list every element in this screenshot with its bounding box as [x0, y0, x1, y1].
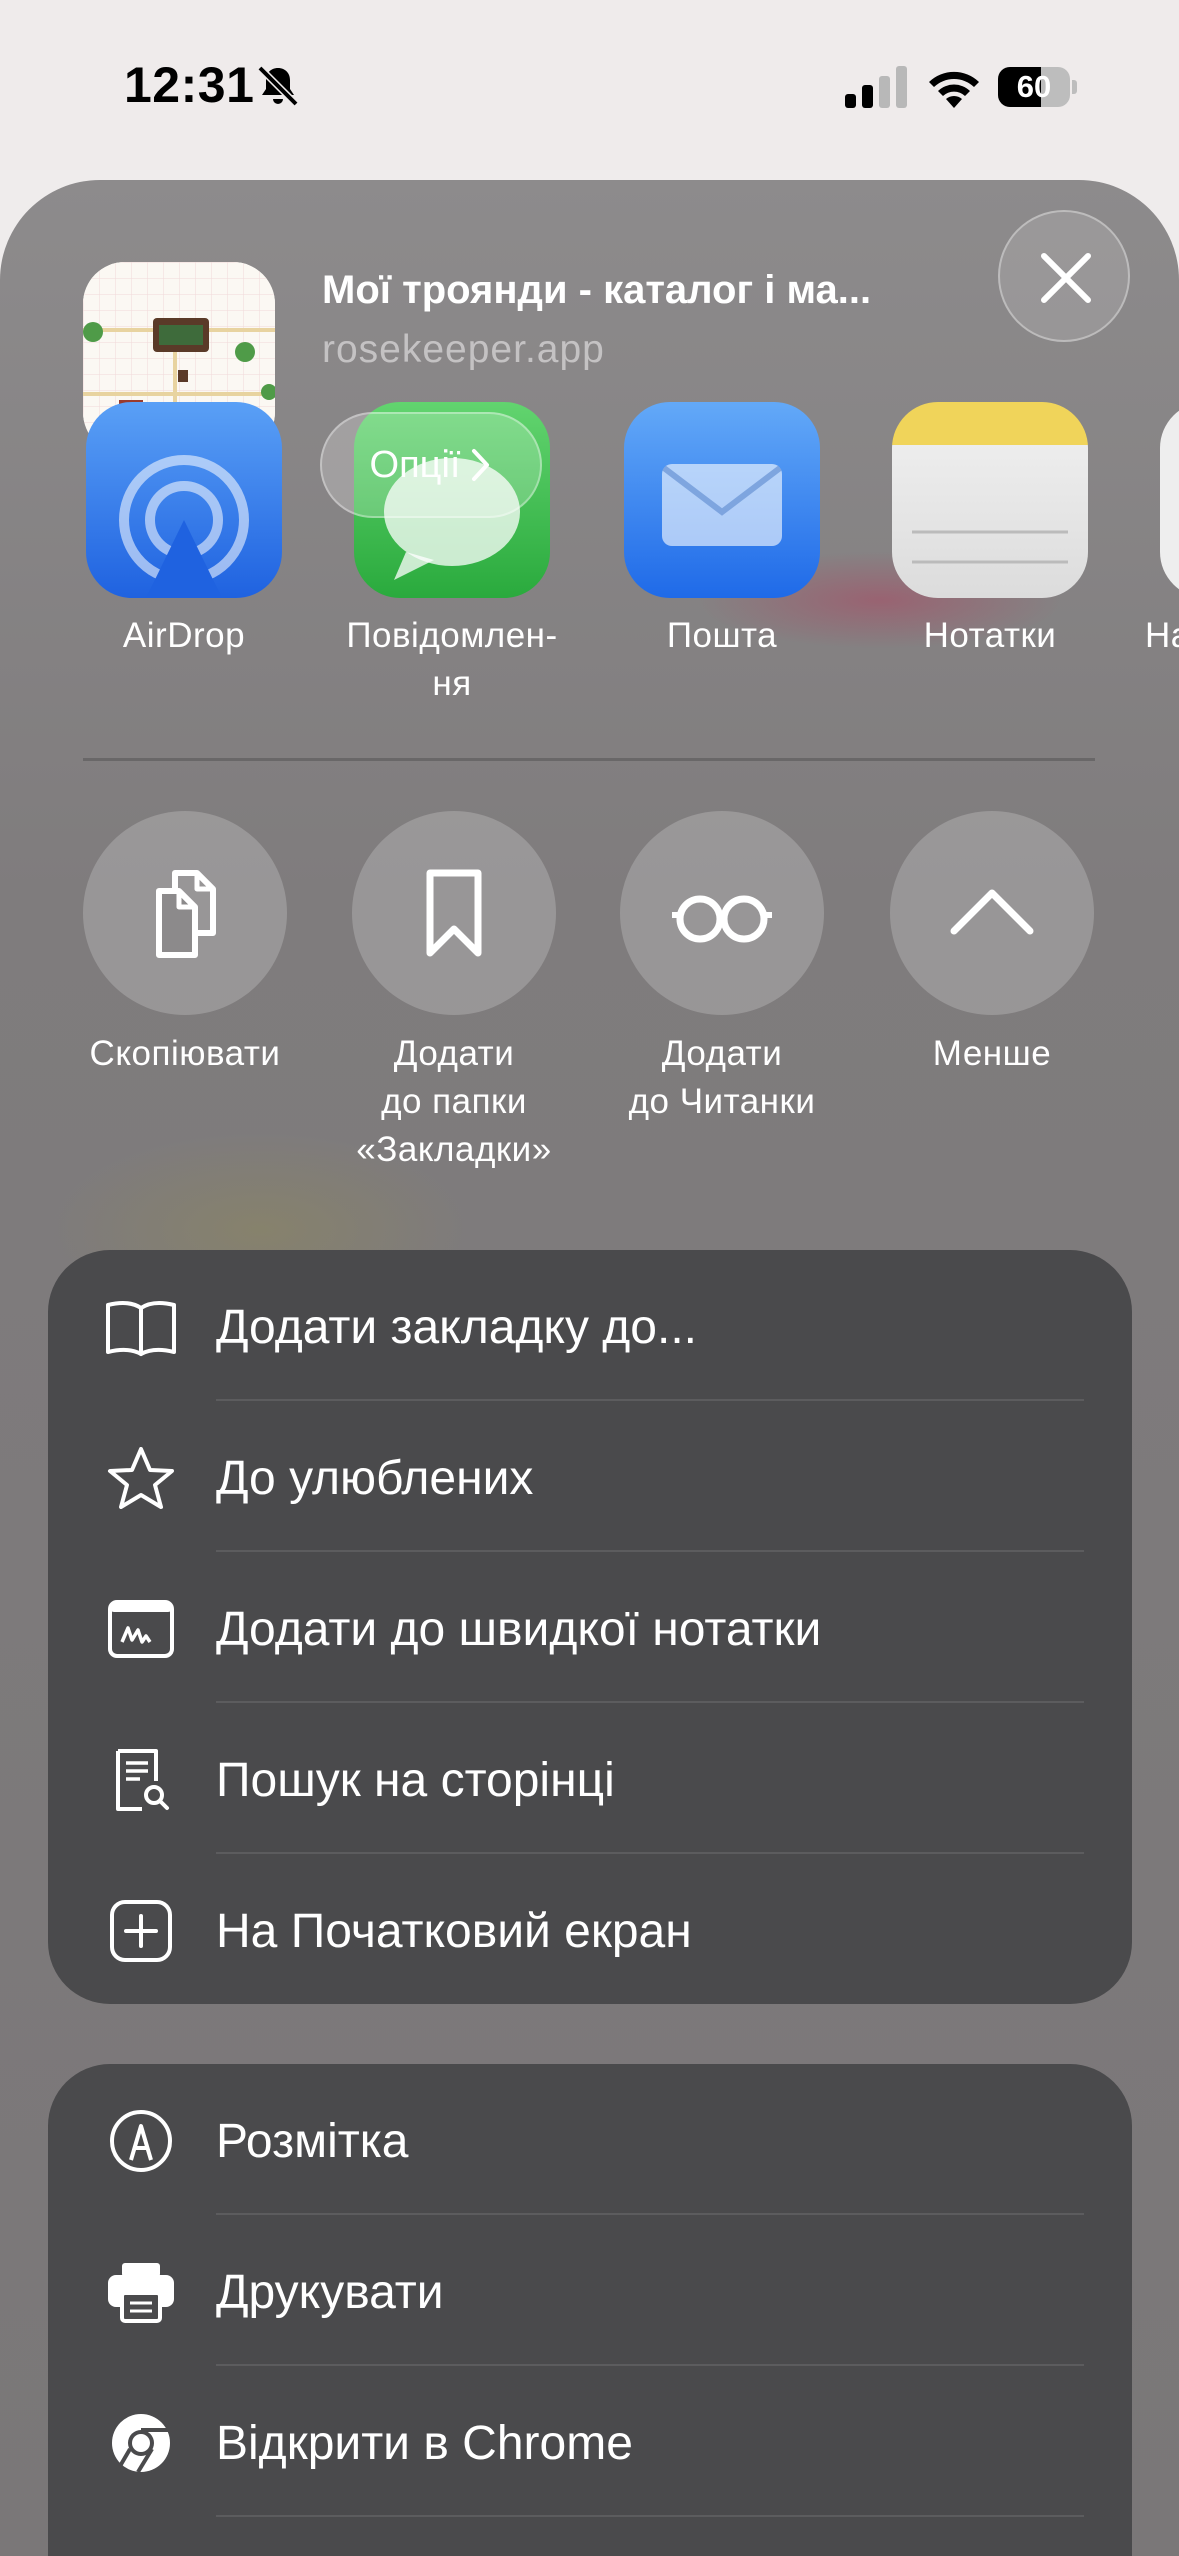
- app-mail[interactable]: [624, 402, 820, 598]
- status-time: 12:31: [124, 57, 255, 113]
- book-icon: [106, 1301, 176, 1356]
- divider: [83, 758, 1095, 761]
- close-button[interactable]: [998, 210, 1130, 342]
- action-label-bookmark: Додати до папки «Закладки»: [356, 1034, 552, 1169]
- options-button[interactable]: Опції: [320, 412, 542, 518]
- close-icon: [1041, 253, 1091, 303]
- menu-item-quick-note[interactable]: Додати до швидкої нотатки: [48, 1552, 1132, 1703]
- app-label-notes: Нотатки: [923, 616, 1057, 655]
- add-square-icon: [110, 1900, 172, 1962]
- airdrop-icon: [119, 455, 249, 598]
- menu-label: На Початковий екран: [216, 1905, 692, 1958]
- menu-item-markup[interactable]: Розмітка: [48, 2064, 1132, 2215]
- page-url: rosekeeper.app: [322, 328, 605, 371]
- copy-button[interactable]: [83, 811, 287, 1015]
- menu-group-secondary: Розмітка Друкувати Відкрити в Chrome: [48, 2064, 1132, 2556]
- signal-icon: [845, 66, 907, 108]
- action-label-copy: Скопіювати: [89, 1034, 281, 1073]
- menu-item-add-favorites[interactable]: До улюблених: [48, 1401, 1132, 1552]
- menu-label: Розмітка: [216, 2115, 409, 2168]
- action-label-reading-list: Додати до Читанки: [628, 1034, 816, 1121]
- app-notes[interactable]: [892, 402, 1088, 598]
- menu-label: Відкрити в Chrome: [216, 2417, 633, 2470]
- chrome-icon: [112, 2414, 170, 2474]
- notes-icon: [912, 530, 1068, 564]
- add-reading-list-button[interactable]: [620, 811, 824, 1015]
- menu-group-primary: Додати закладку до... До улюблених Додат…: [48, 1250, 1132, 2004]
- mail-icon: [662, 464, 782, 546]
- chevron-up-icon: [950, 889, 1034, 935]
- app-label-messages: Повідомлен- ня: [346, 616, 558, 703]
- menu-label: Пошук на сторінці: [216, 1754, 615, 1807]
- app-reminders[interactable]: [1160, 402, 1179, 598]
- chevron-right-icon: [472, 449, 490, 481]
- action-label-less: Менше: [932, 1034, 1052, 1073]
- wifi-icon: [929, 71, 979, 108]
- find-on-page-icon: [116, 1749, 169, 1811]
- menu-label: Додати до швидкої нотатки: [216, 1603, 822, 1656]
- status-bar: 12:31 60: [0, 0, 1179, 170]
- menu-label: Друкувати: [216, 2266, 444, 2319]
- glasses-icon: [672, 895, 772, 943]
- bell-slash-icon: [257, 65, 299, 107]
- app-airdrop[interactable]: [86, 402, 282, 598]
- printer-icon: [108, 2263, 174, 2323]
- menu-item-open-chrome[interactable]: Відкрити в Chrome: [48, 2366, 1132, 2517]
- options-label: Опції: [369, 443, 461, 486]
- menu-item-add-bookmark-to[interactable]: Додати закладку до...: [48, 1250, 1132, 1401]
- bookmark-icon: [426, 869, 482, 957]
- app-label-airdrop: AirDrop: [122, 616, 246, 655]
- show-less-button[interactable]: [890, 811, 1094, 1015]
- star-icon: [108, 1447, 174, 1509]
- menu-item-add-home-screen[interactable]: На Початковий екран: [48, 1854, 1132, 2005]
- add-bookmark-folder-button[interactable]: [352, 811, 556, 1015]
- battery-icon: 60: [998, 67, 1077, 107]
- app-label-reminders: На: [1145, 616, 1179, 655]
- menu-label: До улюблених: [216, 1452, 534, 1505]
- app-label-mail: Пошта: [666, 616, 778, 655]
- menu-item-find-on-page[interactable]: Пошук на сторінці: [48, 1703, 1132, 1854]
- battery-percent: 60: [1016, 69, 1052, 104]
- markup-icon: [110, 2110, 172, 2172]
- menu-label: Додати закладку до...: [216, 1301, 698, 1354]
- menu-item-print[interactable]: Друкувати: [48, 2215, 1132, 2366]
- quick-note-icon: [108, 1600, 174, 1658]
- page-title: Мої троянди - каталог і ма...: [322, 268, 872, 312]
- copy-icon: [156, 870, 216, 958]
